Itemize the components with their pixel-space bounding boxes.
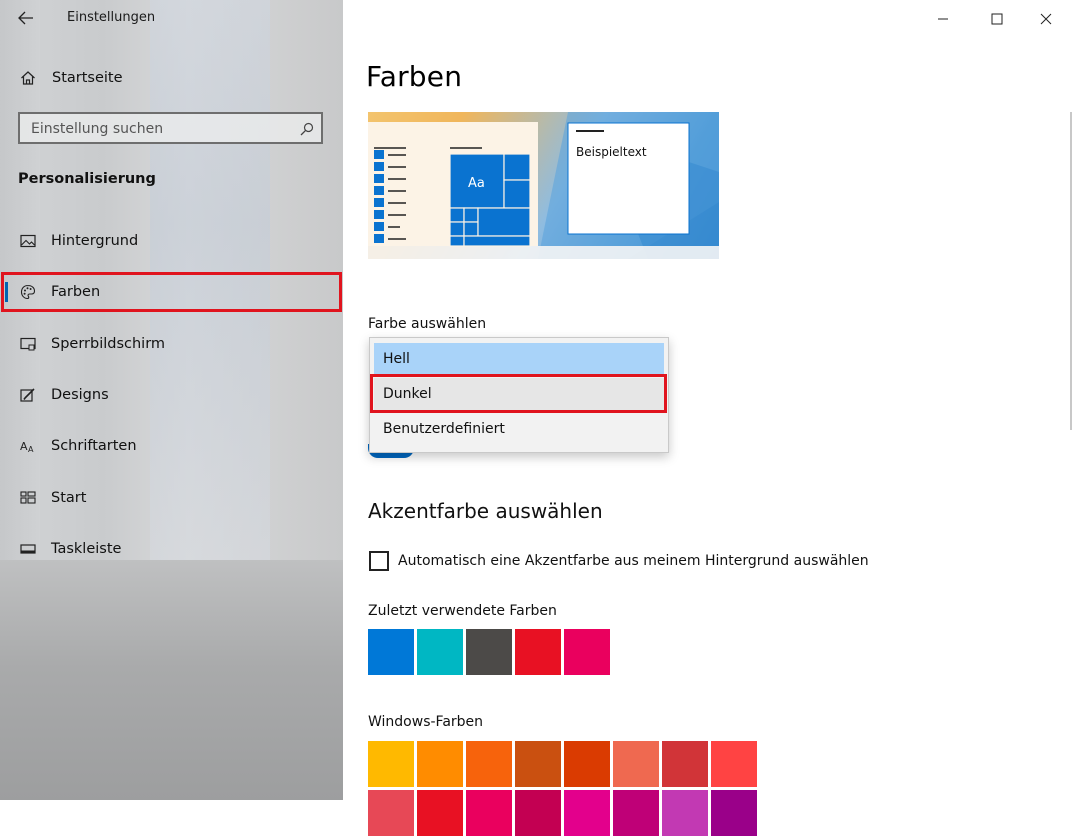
sidebar-item-label: Sperrbildschirm bbox=[51, 336, 166, 352]
windows-colors-label: Windows-Farben bbox=[368, 714, 484, 730]
svg-text:A: A bbox=[20, 440, 28, 453]
sidebar-item-label: Start bbox=[51, 490, 87, 506]
maximize-icon bbox=[991, 13, 1003, 25]
search-icon bbox=[300, 122, 314, 136]
recent-colors-grid bbox=[368, 629, 613, 678]
sidebar-item-schriftarten[interactable]: A A Schriftarten bbox=[0, 426, 343, 466]
preview-graphic bbox=[368, 112, 719, 259]
section-heading: Personalisierung bbox=[18, 171, 156, 187]
recent-color-swatch[interactable] bbox=[417, 629, 463, 675]
sidebar-item-home[interactable]: Startseite bbox=[0, 58, 343, 98]
windows-color-swatch[interactable] bbox=[368, 741, 414, 787]
minimize-button[interactable] bbox=[920, 6, 966, 32]
taskbar-icon bbox=[20, 544, 36, 554]
font-icon: A A bbox=[20, 440, 34, 454]
dropdown-option-hell[interactable]: Hell bbox=[374, 343, 664, 375]
search-placeholder: Einstellung suchen bbox=[31, 121, 164, 137]
image-icon bbox=[20, 234, 36, 248]
app-title: Einstellungen bbox=[67, 10, 156, 25]
windows-colors-grid bbox=[368, 741, 760, 839]
preview-tile-text: Aa bbox=[468, 176, 485, 191]
windows-color-swatch[interactable] bbox=[515, 741, 561, 787]
highlight-box bbox=[370, 374, 667, 413]
background-blur bbox=[0, 560, 343, 800]
windows-color-swatch[interactable] bbox=[466, 790, 512, 836]
maximize-button[interactable] bbox=[974, 6, 1020, 32]
highlight-box bbox=[1, 272, 342, 312]
sidebar: Einstellungen Startseite Einstellung suc… bbox=[0, 0, 343, 800]
recent-colors-label: Zuletzt verwendete Farben bbox=[368, 603, 557, 619]
dropdown-option-label: Hell bbox=[383, 351, 410, 367]
sidebar-item-hintergrund[interactable]: Hintergrund bbox=[0, 221, 343, 261]
close-icon bbox=[1040, 13, 1052, 25]
back-button[interactable] bbox=[10, 4, 42, 32]
home-icon bbox=[21, 71, 35, 85]
windows-color-swatch[interactable] bbox=[662, 790, 708, 836]
svg-text:A: A bbox=[28, 445, 34, 454]
dropdown-option-label: Benutzerdefiniert bbox=[383, 421, 505, 437]
windows-color-swatch[interactable] bbox=[564, 790, 610, 836]
recent-color-swatch[interactable] bbox=[515, 629, 561, 675]
windows-color-swatch[interactable] bbox=[711, 741, 757, 787]
sidebar-item-taskleiste[interactable]: Taskleiste bbox=[0, 529, 343, 569]
preview-sample-text: Beispieltext bbox=[576, 145, 647, 159]
windows-color-swatch[interactable] bbox=[368, 790, 414, 836]
sidebar-item-sperrbildschirm[interactable]: Sperrbildschirm bbox=[0, 324, 343, 364]
windows-color-swatch[interactable] bbox=[466, 741, 512, 787]
theme-preview: Aa Beispieltext bbox=[368, 112, 719, 259]
recent-color-swatch[interactable] bbox=[466, 629, 512, 675]
minimize-icon bbox=[938, 18, 948, 20]
sidebar-item-label: Taskleiste bbox=[51, 541, 122, 557]
auto-accent-checkbox[interactable] bbox=[369, 551, 389, 571]
windows-color-swatch[interactable] bbox=[564, 741, 610, 787]
sidebar-item-label: Schriftarten bbox=[51, 438, 137, 454]
windows-color-swatch[interactable] bbox=[417, 741, 463, 787]
windows-color-swatch[interactable] bbox=[711, 790, 757, 836]
sidebar-item-start[interactable]: Start bbox=[0, 478, 343, 518]
windows-color-swatch[interactable] bbox=[417, 790, 463, 836]
recent-color-swatch[interactable] bbox=[368, 629, 414, 675]
start-icon bbox=[20, 491, 36, 504]
sidebar-item-label: Designs bbox=[51, 387, 109, 403]
lock-screen-icon bbox=[20, 337, 36, 351]
search-input[interactable]: Einstellung suchen bbox=[18, 112, 323, 144]
windows-color-swatch[interactable] bbox=[613, 790, 659, 836]
sidebar-item-label: Hintergrund bbox=[51, 233, 139, 249]
windows-color-swatch[interactable] bbox=[662, 741, 708, 787]
back-arrow-icon bbox=[18, 11, 33, 25]
recent-color-swatch[interactable] bbox=[564, 629, 610, 675]
windows-color-swatch[interactable] bbox=[515, 790, 561, 836]
sidebar-item-label: Startseite bbox=[52, 70, 123, 86]
accent-heading: Akzentfarbe auswählen bbox=[368, 499, 603, 523]
pen-icon bbox=[20, 388, 35, 402]
auto-accent-label: Automatisch eine Akzentfarbe aus meinem … bbox=[398, 553, 869, 569]
page-title: Farben bbox=[366, 60, 463, 93]
choose-color-label: Farbe auswählen bbox=[368, 316, 487, 332]
dropdown-option-benutzerdefiniert[interactable]: Benutzerdefiniert bbox=[374, 413, 664, 445]
sidebar-item-designs[interactable]: Designs bbox=[0, 375, 343, 415]
close-button[interactable] bbox=[1023, 6, 1069, 32]
windows-color-swatch[interactable] bbox=[613, 741, 659, 787]
